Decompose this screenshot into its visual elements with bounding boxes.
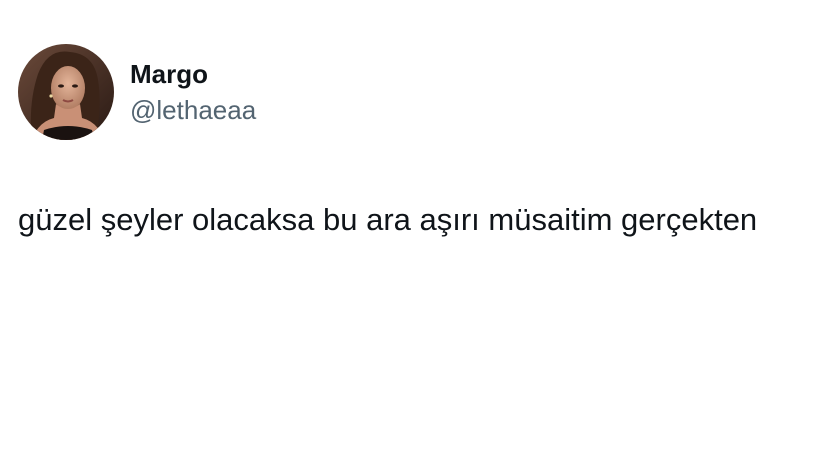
tweet-header: Margo @lethaeaa: [18, 44, 256, 140]
profile-photo-icon: [18, 44, 114, 140]
author-names: Margo @lethaeaa: [130, 58, 256, 126]
display-name[interactable]: Margo: [130, 58, 256, 90]
avatar[interactable]: [18, 44, 114, 140]
tweet-card: Margo @lethaeaa güzel şeyler olacaksa bu…: [0, 0, 828, 453]
user-handle[interactable]: @lethaeaa: [130, 94, 256, 126]
tweet-text: güzel şeyler olacaksa bu ara aşırı müsai…: [18, 202, 758, 237]
